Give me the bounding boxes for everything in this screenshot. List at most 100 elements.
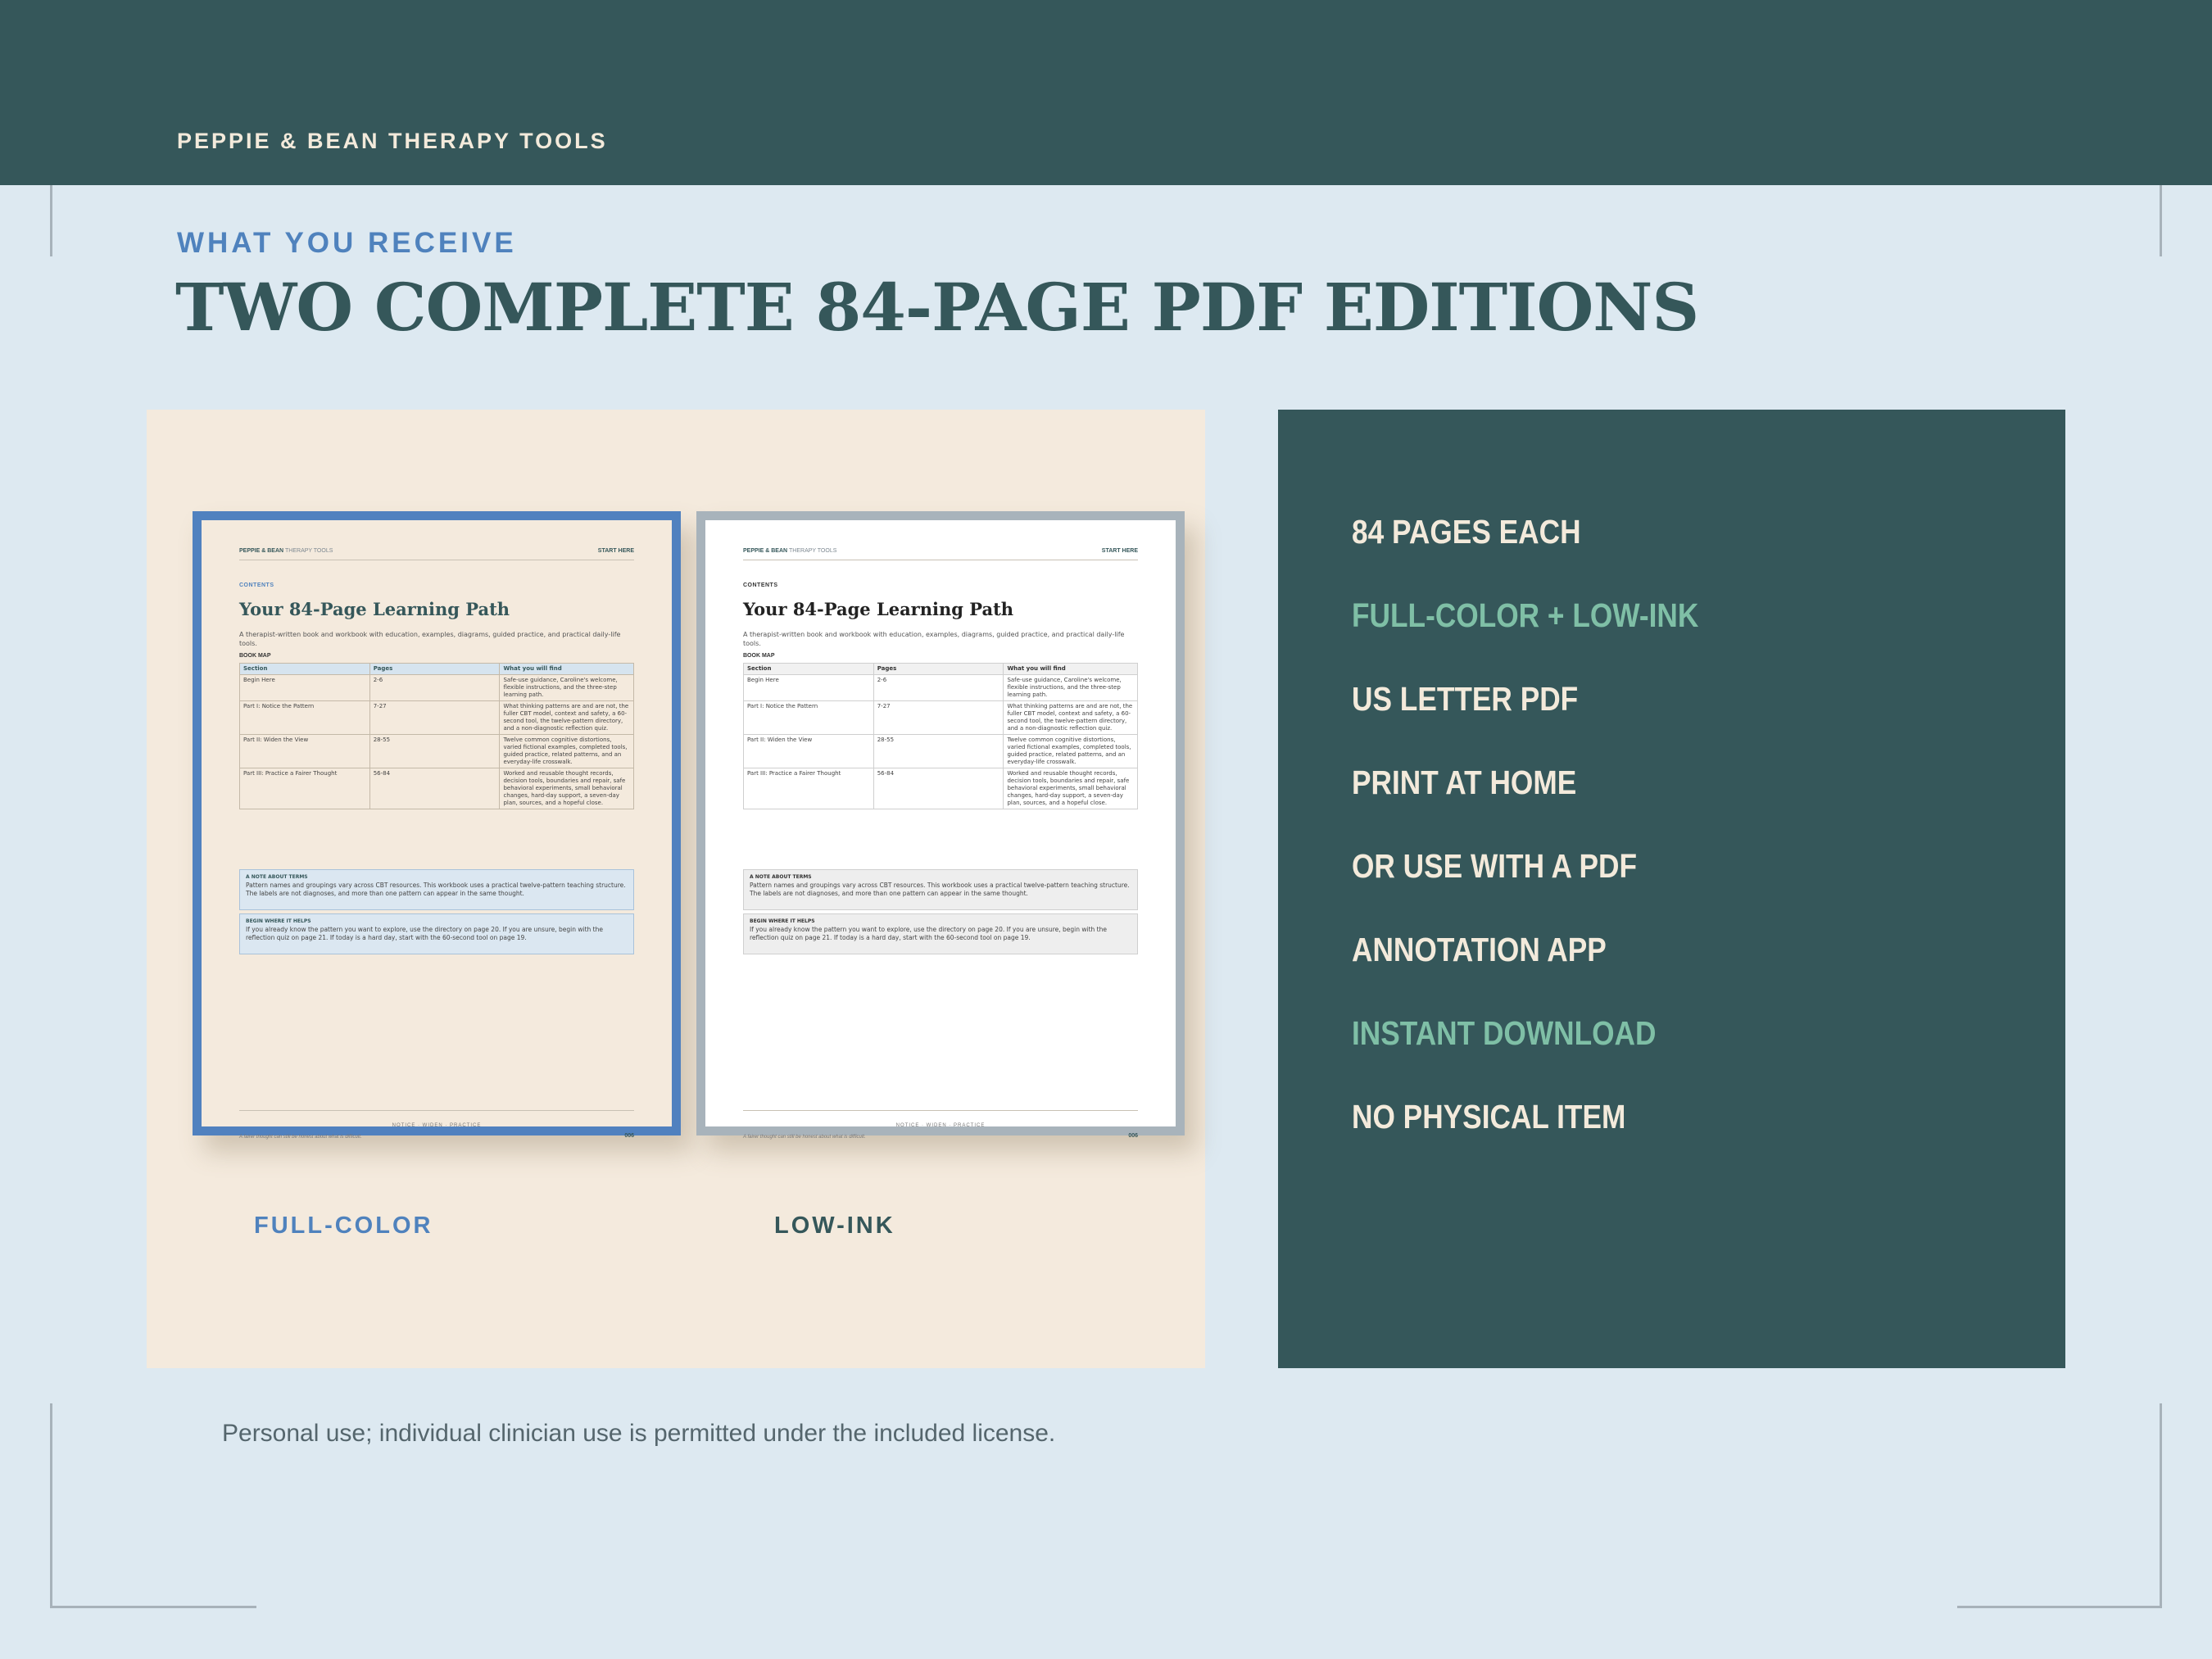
page-title: TWO COMPLETE 84-PAGE PDF EDITIONS: [175, 269, 1699, 346]
frame-line-top-left: [50, 185, 52, 256]
section-eyebrow: WHAT YOU RECEIVE: [177, 227, 517, 259]
preview-start-here: START HERE: [597, 548, 634, 554]
table-row: Part I: Notice the Pattern 7-27 What thi…: [239, 700, 634, 735]
table-cell: 28-55: [369, 734, 501, 768]
table-header: What you will find: [499, 663, 634, 675]
table-cell: 56-84: [369, 768, 501, 809]
feature-item: NO PHYSICAL ITEM: [1352, 1098, 1626, 1135]
preview-page-number: 006: [1128, 1133, 1138, 1139]
frame-line-bottom-right-vertical: [2160, 1403, 2162, 1608]
table-cell: Twelve common cognitive distortions, var…: [499, 734, 634, 768]
preview-page-header: PEPPIE & BEAN THERAPY TOOLS START HERE: [239, 548, 634, 560]
brand-name: PEPPIE & BEAN THERAPY TOOLS: [177, 129, 608, 153]
table-header: Section: [239, 663, 370, 675]
table-cell: 7-27: [873, 700, 1004, 735]
table-cell: Worked and reusable thought records, dec…: [499, 768, 634, 809]
table-header: Pages: [369, 663, 501, 675]
frame-line-bottom-right-horizontal: [1957, 1606, 2162, 1608]
frame-line-bottom-left-horizontal: [50, 1606, 256, 1608]
preview-footer-quote: A fairer thought can still be honest abo…: [239, 1135, 362, 1140]
feature-item: INSTANT DOWNLOAD: [1352, 1014, 1657, 1052]
table-row: Part II: Widen the View 28-55 Twelve com…: [743, 734, 1138, 768]
note-text: If you already know the pattern you want…: [246, 926, 603, 941]
feature-item: US LETTER PDF: [1352, 680, 1579, 718]
preview-footer-tagline: NOTICE · WIDEN · PRACTICE: [392, 1123, 482, 1128]
table-cell: 28-55: [873, 734, 1004, 768]
note-about-terms: A NOTE ABOUT TERMS Pattern names and gro…: [743, 869, 1138, 910]
book-map-table: Section Pages What you will find Begin H…: [239, 663, 634, 809]
preview-title: Your 84-Page Learning Path: [239, 599, 510, 619]
license-note: Personal use; individual clinician use i…: [222, 1420, 1056, 1447]
preview-footer-divider: [239, 1110, 634, 1111]
preview-footer-divider: [743, 1110, 1138, 1111]
table-cell: Twelve common cognitive distortions, var…: [1003, 734, 1138, 768]
table-cell: 7-27: [369, 700, 501, 735]
table-cell: 2-6: [873, 674, 1004, 701]
preview-contents-label: CONTENTS: [743, 582, 778, 588]
header-bar: PEPPIE & BEAN THERAPY TOOLS: [0, 0, 2212, 185]
preview-page: PEPPIE & BEAN THERAPY TOOLS START HERE C…: [743, 540, 1138, 1140]
note-text: Pattern names and groupings vary across …: [246, 882, 626, 897]
table-row: Begin Here 2-6 Safe-use guidance, Caroli…: [743, 674, 1138, 701]
note-heading: A NOTE ABOUT TERMS: [750, 874, 812, 880]
frame-line-top-right: [2160, 185, 2162, 256]
note-text: If you already know the pattern you want…: [750, 926, 1107, 941]
preview-intro: A therapist-written book and workbook wi…: [239, 631, 621, 647]
preview-page: PEPPIE & BEAN THERAPY TOOLS START HERE C…: [239, 540, 634, 1140]
table-cell: Safe-use guidance, Caroline's welcome, f…: [1003, 674, 1138, 701]
full-color-caption: FULL-COLOR: [254, 1213, 433, 1239]
note-heading: BEGIN WHERE IT HELPS: [750, 918, 815, 924]
table-header: Section: [743, 663, 874, 675]
note-about-terms: A NOTE ABOUT TERMS Pattern names and gro…: [239, 869, 634, 910]
preview-title: Your 84-Page Learning Path: [743, 599, 1014, 619]
table-cell: Part III: Practice a Fairer Thought: [743, 768, 874, 809]
note-heading: BEGIN WHERE IT HELPS: [246, 918, 311, 924]
preview-footer-tagline: NOTICE · WIDEN · PRACTICE: [895, 1123, 986, 1128]
table-cell: Begin Here: [743, 674, 874, 701]
preview-brand: PEPPIE & BEAN THERAPY TOOLS: [239, 548, 333, 554]
feature-list: 84 PAGES EACH FULL-COLOR + LOW-INK US LE…: [1352, 490, 1755, 1158]
feature-item: FULL-COLOR + LOW-INK: [1352, 596, 1699, 634]
preview-brand: PEPPIE & BEAN THERAPY TOOLS: [743, 548, 837, 554]
table-row: Part III: Practice a Fairer Thought 56-8…: [239, 768, 634, 809]
table-header: Pages: [873, 663, 1004, 675]
features-panel: 84 PAGES EACH FULL-COLOR + LOW-INK US LE…: [1278, 410, 2065, 1368]
preview-intro: A therapist-written book and workbook wi…: [743, 631, 1125, 647]
table-cell: Part II: Widen the View: [239, 734, 370, 768]
feature-item: OR USE WITH A PDF: [1352, 847, 1638, 885]
table-row: Part III: Practice a Fairer Thought 56-8…: [743, 768, 1138, 809]
table-row: Part I: Notice the Pattern 7-27 What thi…: [743, 700, 1138, 735]
preview-page-number: 006: [624, 1133, 634, 1139]
preview-page-header: PEPPIE & BEAN THERAPY TOOLS START HERE: [743, 548, 1138, 560]
preview-footer-quote: A fairer thought can still be honest abo…: [743, 1135, 866, 1140]
table-cell: What thinking patterns are and are not, …: [1003, 700, 1138, 735]
full-color-edition-preview: PEPPIE & BEAN THERAPY TOOLS START HERE C…: [193, 511, 681, 1140]
note-heading: A NOTE ABOUT TERMS: [246, 874, 308, 880]
note-begin-where-it-helps: BEGIN WHERE IT HELPS If you already know…: [239, 913, 634, 954]
feature-item: 84 PAGES EACH: [1352, 513, 1581, 551]
table-cell: Begin Here: [239, 674, 370, 701]
edition-preview-panel: PEPPIE & BEAN THERAPY TOOLS START HERE C…: [147, 410, 1205, 1368]
table-cell: Safe-use guidance, Caroline's welcome, f…: [499, 674, 634, 701]
preview-book-map-label: BOOK MAP: [239, 653, 271, 659]
table-row: Begin Here 2-6 Safe-use guidance, Caroli…: [239, 674, 634, 701]
low-ink-edition-preview: PEPPIE & BEAN THERAPY TOOLS START HERE C…: [696, 511, 1185, 1140]
table-cell: 56-84: [873, 768, 1004, 809]
book-map-table: Section Pages What you will find Begin H…: [743, 663, 1138, 809]
table-row: Part II: Widen the View 28-55 Twelve com…: [239, 734, 634, 768]
table-cell: What thinking patterns are and are not, …: [499, 700, 634, 735]
preview-start-here: START HERE: [1101, 548, 1138, 554]
table-header: What you will find: [1003, 663, 1138, 675]
table-cell: Part III: Practice a Fairer Thought: [239, 768, 370, 809]
table-cell: Part I: Notice the Pattern: [239, 700, 370, 735]
table-cell: 2-6: [369, 674, 501, 701]
preview-book-map-label: BOOK MAP: [743, 653, 775, 659]
feature-item: ANNOTATION APP: [1352, 931, 1607, 968]
low-ink-caption: LOW-INK: [774, 1213, 895, 1239]
preview-contents-label: CONTENTS: [239, 582, 274, 588]
table-cell: Part II: Widen the View: [743, 734, 874, 768]
feature-item: PRINT AT HOME: [1352, 764, 1577, 801]
frame-line-bottom-left-vertical: [50, 1403, 52, 1608]
table-cell: Worked and reusable thought records, dec…: [1003, 768, 1138, 809]
table-cell: Part I: Notice the Pattern: [743, 700, 874, 735]
